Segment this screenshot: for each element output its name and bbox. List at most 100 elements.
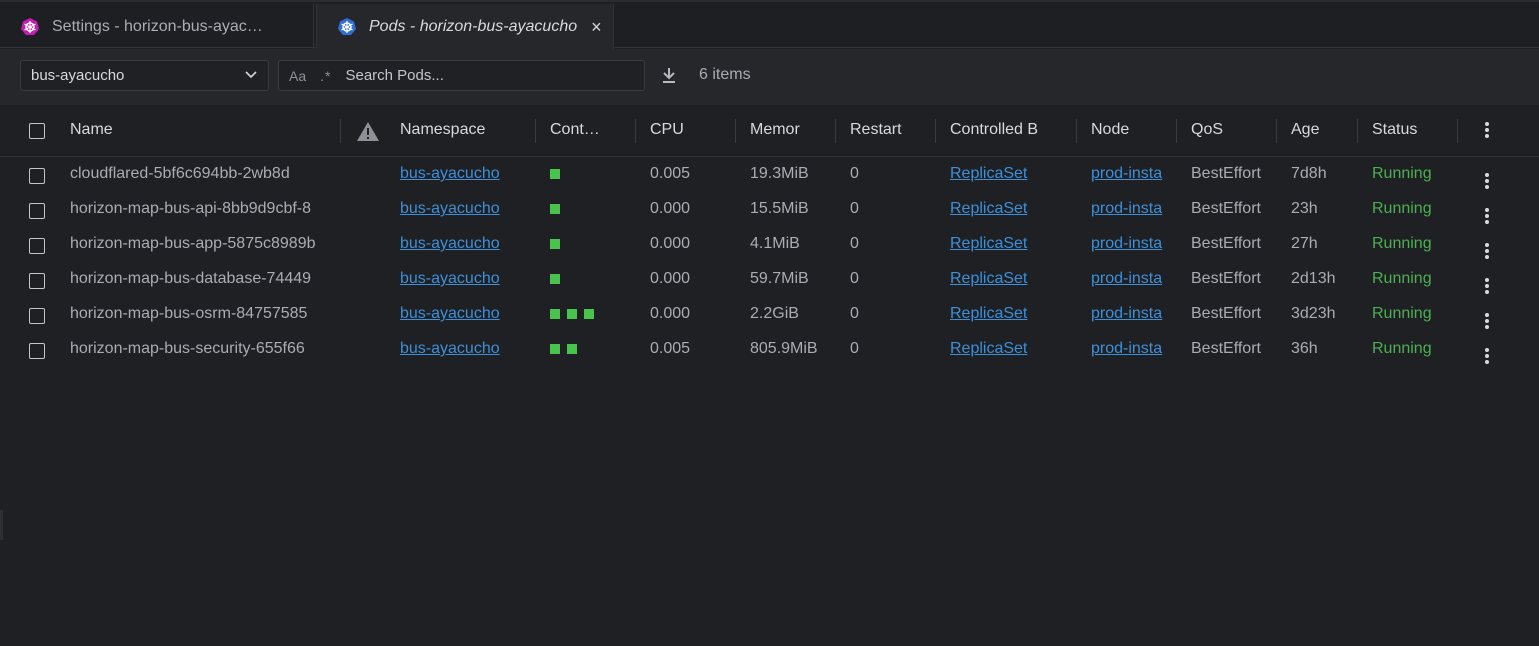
columns-menu-icon[interactable] bbox=[1485, 122, 1489, 140]
container-status-indicator[interactable] bbox=[550, 343, 560, 354]
row-menu-icon[interactable] bbox=[1485, 278, 1489, 296]
container-status-indicator[interactable] bbox=[550, 273, 560, 284]
column-controlled-by[interactable]: Controlled B bbox=[950, 121, 1052, 139]
row-checkbox[interactable] bbox=[29, 203, 45, 219]
controlled-by-link[interactable]: ReplicaSet bbox=[950, 340, 1070, 358]
namespace-link[interactable]: bus-ayacucho bbox=[400, 305, 530, 323]
container-status-indicator[interactable] bbox=[550, 308, 560, 319]
column-divider[interactable] bbox=[935, 119, 936, 143]
column-divider[interactable] bbox=[1457, 119, 1458, 143]
qos-cell: BestEffort bbox=[1191, 305, 1261, 322]
table-row[interactable]: horizon-map-bus-api-8bb9d9cbf-8 bus-ayacu… bbox=[0, 198, 1539, 233]
memory-cell: 4.1MiB bbox=[750, 235, 800, 252]
memory-cell: 19.3MiB bbox=[750, 165, 809, 182]
namespace-link[interactable]: bus-ayacucho bbox=[400, 165, 530, 183]
column-name[interactable]: Name bbox=[70, 121, 330, 139]
namespace-link[interactable]: bus-ayacucho bbox=[400, 270, 530, 288]
restarts-cell: 0 bbox=[850, 340, 859, 357]
row-menu-icon[interactable] bbox=[1485, 243, 1489, 261]
row-menu-icon[interactable] bbox=[1485, 313, 1489, 331]
controlled-by-link[interactable]: ReplicaSet bbox=[950, 305, 1070, 323]
status-cell: Running bbox=[1372, 340, 1432, 357]
column-restarts[interactable]: Restart bbox=[850, 121, 910, 139]
row-checkbox[interactable] bbox=[29, 238, 45, 254]
node-link[interactable]: prod-insta bbox=[1091, 340, 1175, 358]
status-cell: Running bbox=[1372, 235, 1432, 252]
row-checkbox[interactable] bbox=[29, 273, 45, 289]
node-link[interactable]: prod-insta bbox=[1091, 270, 1175, 288]
tab-settings[interactable]: Settings - horizon-bus-ayac… bbox=[0, 4, 314, 50]
node-link[interactable]: prod-insta bbox=[1091, 235, 1175, 253]
download-icon[interactable] bbox=[660, 66, 678, 84]
column-divider[interactable] bbox=[1276, 119, 1277, 143]
column-divider[interactable] bbox=[835, 119, 836, 143]
qos-cell: BestEffort bbox=[1191, 235, 1261, 252]
table-row[interactable]: cloudflared-5bf6c694bb-2wb8d bus-ayacucho… bbox=[0, 163, 1539, 198]
restarts-cell: 0 bbox=[850, 200, 859, 217]
controlled-by-link[interactable]: ReplicaSet bbox=[950, 235, 1070, 253]
column-divider[interactable] bbox=[535, 119, 536, 143]
node-link[interactable]: prod-insta bbox=[1091, 165, 1175, 183]
pod-name-cell: cloudflared-5bf6c694bb-2wb8d bbox=[70, 165, 290, 182]
container-status-indicator[interactable] bbox=[567, 308, 577, 319]
column-containers[interactable]: Cont… bbox=[550, 121, 620, 139]
container-status-indicator[interactable] bbox=[550, 203, 560, 214]
containers-cell bbox=[550, 270, 567, 288]
match-case-toggle[interactable]: Aa bbox=[289, 68, 306, 84]
resize-handle[interactable] bbox=[0, 510, 3, 540]
items-count: 6 items bbox=[699, 66, 751, 83]
table-row[interactable]: horizon-map-bus-database-74449 bus-ayacuc… bbox=[0, 268, 1539, 303]
warning-icon[interactable] bbox=[356, 121, 380, 142]
namespace-select-value: bus-ayacucho bbox=[31, 67, 125, 84]
container-status-indicator[interactable] bbox=[567, 343, 577, 354]
controlled-by-link[interactable]: ReplicaSet bbox=[950, 200, 1070, 218]
column-divider[interactable] bbox=[340, 119, 341, 143]
row-checkbox[interactable] bbox=[29, 168, 45, 184]
column-cpu[interactable]: CPU bbox=[650, 121, 730, 139]
namespace-link[interactable]: bus-ayacucho bbox=[400, 200, 530, 218]
chevron-down-icon bbox=[245, 71, 257, 79]
status-cell: Running bbox=[1372, 270, 1432, 287]
column-age[interactable]: Age bbox=[1291, 121, 1351, 139]
row-checkbox[interactable] bbox=[29, 308, 45, 324]
search-input[interactable] bbox=[343, 66, 608, 85]
pod-name-cell: horizon-map-bus-api-8bb9d9cbf-8 bbox=[70, 200, 312, 217]
table-row[interactable]: horizon-map-bus-app-5875c8989b bus-ayacuc… bbox=[0, 233, 1539, 268]
column-status[interactable]: Status bbox=[1372, 121, 1452, 139]
node-link[interactable]: prod-insta bbox=[1091, 200, 1175, 218]
row-menu-icon[interactable] bbox=[1485, 348, 1489, 366]
column-divider[interactable] bbox=[635, 119, 636, 143]
column-memory[interactable]: Memor bbox=[750, 121, 808, 139]
table-row[interactable]: horizon-map-bus-osrm-84757585 bus-ayacuch… bbox=[0, 303, 1539, 338]
controlled-by-link[interactable]: ReplicaSet bbox=[950, 270, 1070, 288]
container-status-indicator[interactable] bbox=[550, 238, 560, 249]
column-node[interactable]: Node bbox=[1091, 121, 1171, 139]
pod-name-cell: horizon-map-bus-database-74449 bbox=[70, 270, 312, 287]
tab-bar: Settings - horizon-bus-ayac… Pods - hori… bbox=[0, 0, 1539, 50]
table-row[interactable]: horizon-map-bus-security-655f66 bus-ayacu… bbox=[0, 338, 1539, 373]
namespace-link[interactable]: bus-ayacucho bbox=[400, 340, 530, 358]
cpu-cell: 0.000 bbox=[650, 235, 691, 252]
column-divider[interactable] bbox=[1176, 119, 1177, 143]
select-all-checkbox[interactable] bbox=[29, 123, 45, 139]
column-divider[interactable] bbox=[735, 119, 736, 143]
regex-toggle[interactable]: .* bbox=[320, 68, 331, 84]
row-checkbox[interactable] bbox=[29, 343, 45, 359]
column-divider[interactable] bbox=[1357, 119, 1358, 143]
containers-cell bbox=[550, 165, 567, 183]
tab-pods[interactable]: Pods - horizon-bus-ayacucho × bbox=[316, 4, 614, 50]
controlled-by-link[interactable]: ReplicaSet bbox=[950, 165, 1070, 183]
row-menu-icon[interactable] bbox=[1485, 208, 1489, 226]
container-status-indicator[interactable] bbox=[550, 168, 560, 179]
namespace-link[interactable]: bus-ayacucho bbox=[400, 235, 530, 253]
close-icon[interactable]: × bbox=[591, 17, 602, 38]
node-link[interactable]: prod-insta bbox=[1091, 305, 1175, 323]
column-namespace[interactable]: Namespace bbox=[400, 121, 525, 139]
column-divider[interactable] bbox=[1076, 119, 1077, 143]
column-qos[interactable]: QoS bbox=[1191, 121, 1271, 139]
containers-cell bbox=[550, 305, 601, 323]
row-menu-icon[interactable] bbox=[1485, 173, 1489, 191]
namespace-select[interactable]: bus-ayacucho bbox=[20, 60, 269, 91]
cpu-cell: 0.000 bbox=[650, 305, 691, 322]
container-status-indicator[interactable] bbox=[584, 308, 594, 319]
